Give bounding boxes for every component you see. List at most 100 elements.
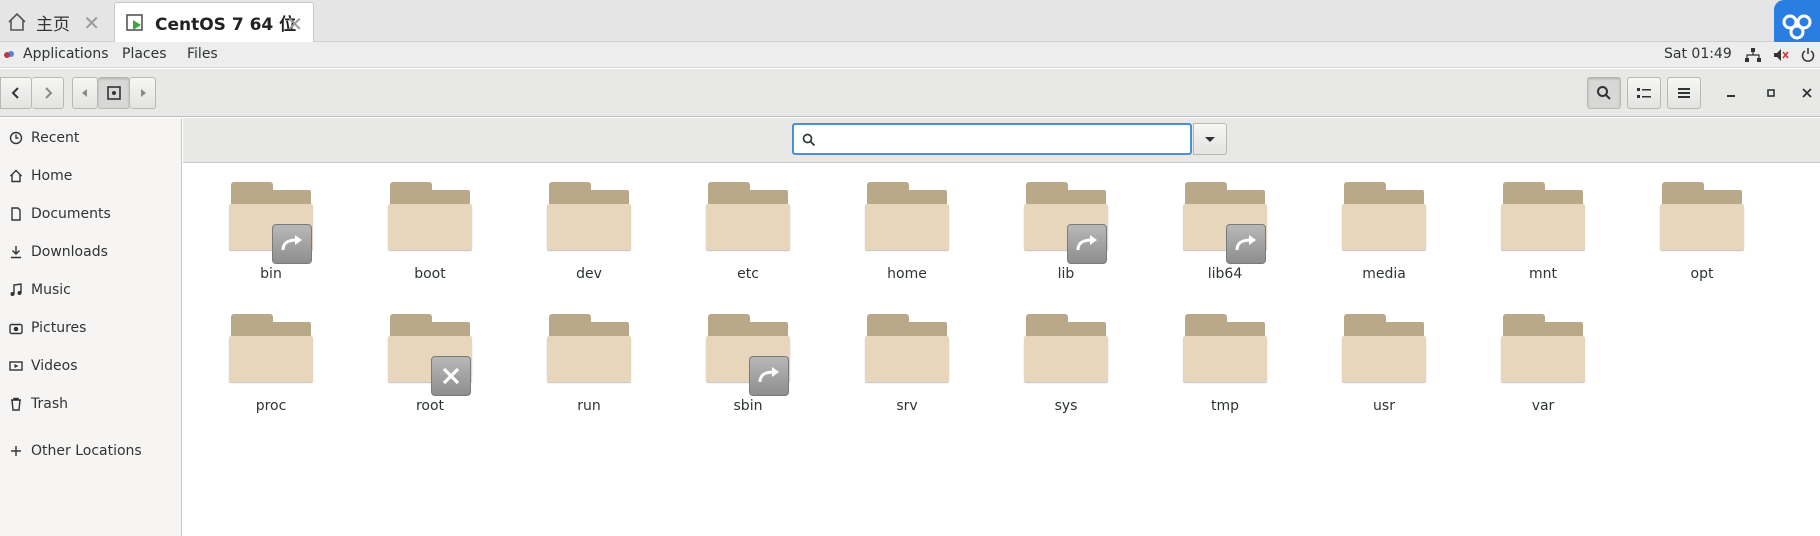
close-icon[interactable]: ✕ bbox=[83, 11, 100, 35]
folder-label: home bbox=[887, 266, 927, 282]
folder-icon bbox=[706, 182, 790, 250]
path-scroll-right-button[interactable] bbox=[130, 77, 156, 109]
search-toggle-button[interactable] bbox=[1587, 77, 1621, 109]
sidebar-item-downloads[interactable]: Downloads bbox=[0, 234, 181, 270]
drive-icon bbox=[106, 86, 121, 100]
files-menu[interactable]: Files bbox=[187, 46, 218, 62]
power-icon[interactable] bbox=[1800, 48, 1816, 62]
host-tab-strip: 主页 ✕ CentOS 7 64 位 ✕ bbox=[0, 0, 1820, 50]
sidebar-item-label: Other Locations bbox=[31, 443, 142, 459]
maximize-button[interactable] bbox=[1756, 77, 1786, 109]
trash-icon bbox=[8, 396, 24, 412]
folder-item[interactable]: srv bbox=[840, 296, 960, 416]
folder-item[interactable]: var bbox=[1476, 296, 1596, 416]
folder-item[interactable]: usr bbox=[1317, 296, 1437, 416]
chevron-left-icon bbox=[11, 87, 19, 99]
folder-label: sbin bbox=[733, 398, 763, 414]
sidebar-item-recent[interactable]: Recent bbox=[0, 120, 181, 156]
menu-button[interactable] bbox=[1667, 77, 1701, 109]
sidebar-item-pictures[interactable]: Pictures bbox=[0, 310, 181, 346]
folder-label: sys bbox=[1054, 398, 1078, 414]
host-tab-vm[interactable]: CentOS 7 64 位 ✕ bbox=[114, 2, 314, 42]
maximize-icon bbox=[1767, 89, 1775, 97]
sidebar-item-other-locations[interactable]: Other Locations bbox=[0, 433, 181, 469]
sidebar-item-videos[interactable]: Videos bbox=[0, 348, 181, 384]
folder-icon bbox=[1024, 314, 1108, 382]
back-button[interactable] bbox=[0, 77, 32, 109]
sidebar-item-label: Music bbox=[31, 282, 71, 298]
folder-item[interactable]: bin bbox=[204, 164, 324, 284]
sidebar-item-documents[interactable]: Documents bbox=[0, 196, 181, 232]
triangle-right-icon bbox=[140, 89, 146, 97]
folder-icon bbox=[1183, 314, 1267, 382]
folder-label: usr bbox=[1373, 398, 1395, 414]
folder-item[interactable]: boot bbox=[363, 164, 483, 284]
home-icon bbox=[6, 11, 28, 33]
sidebar-item-music[interactable]: Music bbox=[0, 272, 181, 308]
folder-icon bbox=[1342, 182, 1426, 250]
symlink-emblem-icon bbox=[272, 224, 312, 264]
volume-muted-icon[interactable] bbox=[1773, 48, 1789, 62]
folder-item[interactable]: media bbox=[1317, 164, 1437, 284]
folder-label: proc bbox=[255, 398, 287, 414]
path-scroll-left-button[interactable] bbox=[72, 77, 98, 109]
folder-icon bbox=[1342, 314, 1426, 382]
home-icon bbox=[8, 168, 24, 184]
folder-label: srv bbox=[896, 398, 918, 414]
symlink-emblem-icon bbox=[1226, 224, 1266, 264]
music-icon bbox=[8, 282, 24, 298]
forward-button[interactable] bbox=[32, 77, 64, 109]
sidebar-item-label: Home bbox=[31, 168, 73, 184]
network-icon[interactable] bbox=[1745, 48, 1761, 62]
sidebar-item-label: Recent bbox=[31, 130, 80, 146]
chevron-down-icon bbox=[1205, 137, 1215, 142]
close-window-button[interactable] bbox=[1794, 77, 1820, 109]
folder-item[interactable]: sbin bbox=[681, 296, 801, 416]
folder-label: mnt bbox=[1529, 266, 1557, 282]
sidebar-item-home[interactable]: Home bbox=[0, 158, 181, 194]
clock-icon bbox=[8, 130, 24, 146]
path-root-button[interactable] bbox=[98, 77, 130, 109]
search-input[interactable] bbox=[824, 127, 1184, 151]
folder-icon bbox=[1501, 182, 1585, 250]
host-tab-home[interactable]: 主页 ✕ bbox=[0, 2, 110, 42]
close-icon[interactable]: ✕ bbox=[286, 12, 303, 36]
search-field[interactable] bbox=[792, 123, 1192, 155]
folder-icon bbox=[865, 182, 949, 250]
video-icon bbox=[8, 358, 24, 374]
folder-label: run bbox=[577, 398, 601, 414]
folder-item[interactable]: proc bbox=[204, 296, 324, 416]
search-icon bbox=[1597, 86, 1611, 100]
search-options-button[interactable] bbox=[1193, 123, 1227, 155]
host-tab-label: 主页 bbox=[36, 14, 70, 35]
folder-label: lib bbox=[1057, 266, 1075, 282]
folder-item[interactable]: etc bbox=[681, 164, 801, 284]
applications-menu[interactable]: Applications bbox=[23, 46, 109, 62]
header-bar bbox=[0, 69, 1820, 117]
clock[interactable]: Sat 01:49 bbox=[1664, 46, 1732, 62]
symlink-emblem-icon bbox=[1067, 224, 1107, 264]
folder-icon bbox=[547, 182, 631, 250]
sidebar-item-label: Pictures bbox=[31, 320, 87, 336]
folder-item[interactable]: run bbox=[522, 296, 642, 416]
folder-icon bbox=[865, 314, 949, 382]
folder-item[interactable]: tmp bbox=[1158, 296, 1278, 416]
folder-item[interactable]: mnt bbox=[1476, 164, 1596, 284]
sidebar-item-label: Trash bbox=[31, 396, 68, 412]
minimize-button[interactable] bbox=[1716, 77, 1746, 109]
folder-item[interactable]: root bbox=[363, 296, 483, 416]
folder-item[interactable]: home bbox=[840, 164, 960, 284]
places-menu[interactable]: Places bbox=[122, 46, 167, 62]
folder-item[interactable]: sys bbox=[999, 296, 1119, 416]
view-list-button[interactable] bbox=[1627, 77, 1661, 109]
folder-item[interactable]: lib64 bbox=[1158, 164, 1278, 284]
folder-item[interactable]: opt bbox=[1635, 164, 1755, 284]
plus-icon bbox=[8, 443, 24, 459]
sidebar-item-trash[interactable]: Trash bbox=[0, 386, 181, 422]
folder-item[interactable]: dev bbox=[522, 164, 642, 284]
host-tab-label: CentOS 7 64 位 bbox=[155, 15, 297, 35]
folder-icon bbox=[547, 314, 631, 382]
file-icon-grid: bin boot dev etc home lib lib64 media mnt opt proc… bbox=[183, 164, 1820, 536]
folder-item[interactable]: lib bbox=[999, 164, 1119, 284]
document-icon bbox=[8, 206, 24, 222]
